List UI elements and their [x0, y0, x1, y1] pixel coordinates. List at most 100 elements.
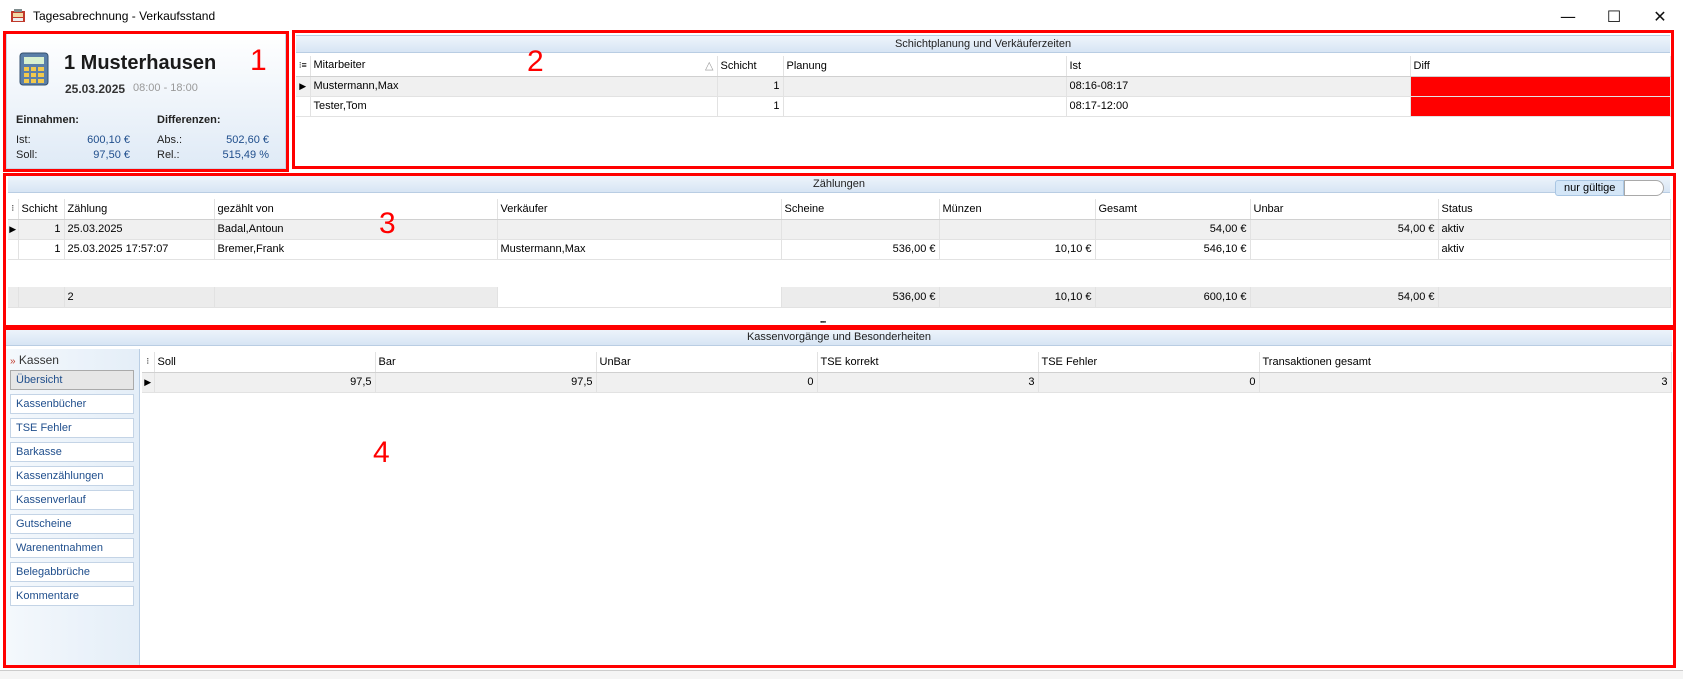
- register-app-icon: [11, 9, 25, 22]
- window-title: Tagesabrechnung - Verkaufsstand: [33, 9, 216, 23]
- nav-item-gutscheine[interactable]: Gutscheine: [10, 514, 134, 534]
- col-tse-fehler[interactable]: TSE Fehler: [1038, 352, 1260, 373]
- col-soll[interactable]: Soll: [154, 352, 376, 373]
- table-row[interactable]: ▶ 97,5 97,5 0 3 0 3: [142, 372, 1672, 393]
- maximize-button[interactable]: ☐: [1591, 0, 1637, 32]
- cell-schicht[interactable]: 1: [717, 96, 784, 117]
- title-bar: Tagesabrechnung - Verkaufsstand — ☐ ✕: [0, 0, 1683, 32]
- ist-label: Ist:: [16, 134, 31, 146]
- shifts-table: ⁝≡ Mitarbeiter △ Schicht Planung Ist Diff…: [296, 56, 1671, 117]
- minimize-button[interactable]: —: [1545, 0, 1591, 32]
- cell-muenzen[interactable]: 10,10 €: [939, 239, 1096, 260]
- col-ist[interactable]: Ist: [1066, 56, 1411, 77]
- summary-unbar: 54,00 €: [1250, 287, 1439, 308]
- col-verkaeufer[interactable]: Verkäufer: [497, 199, 782, 220]
- cell-scheine[interactable]: [781, 219, 940, 240]
- table-row[interactable]: 1 25.03.2025 17:57:07 Bremer,Frank Muste…: [8, 239, 1671, 260]
- nav-item-belegabbrueche[interactable]: Belegabbrüche: [10, 562, 134, 582]
- close-button[interactable]: ✕: [1637, 0, 1683, 32]
- business-hours: 08:00 - 18:00: [133, 82, 198, 94]
- status-bar: [0, 670, 1683, 679]
- nav-item-kommentare[interactable]: Kommentare: [10, 586, 134, 606]
- col-muenzen[interactable]: Münzen: [939, 199, 1096, 220]
- col-zaehlung[interactable]: Zählung: [64, 199, 215, 220]
- kassen-table: ⁝ Soll Bar UnBar TSE korrekt TSE Fehler …: [142, 352, 1672, 393]
- cell-mitarbeiter[interactable]: Mustermann,Max: [310, 76, 718, 97]
- shifts-header: Schichtplanung und Verkäuferzeiten: [296, 35, 1670, 53]
- table-row[interactable]: Tester,Tom 1 08:17-12:00: [296, 96, 1671, 117]
- col-unbar[interactable]: UnBar: [596, 352, 818, 373]
- column-chooser-icon[interactable]: ⁝: [142, 352, 155, 373]
- cell-schicht[interactable]: 1: [18, 239, 65, 260]
- einnahmen-heading: Einnahmen:: [16, 114, 79, 126]
- cell-unbar[interactable]: 0: [596, 372, 818, 393]
- valid-only-toggle[interactable]: nur gültige: [1555, 179, 1673, 197]
- table-row[interactable]: ▶ 1 25.03.2025 Badal,Antoun 54,00 € 54,0…: [8, 219, 1671, 240]
- cell-status[interactable]: aktiv: [1438, 219, 1671, 240]
- col-gezaehlt-von[interactable]: gezählt von: [214, 199, 498, 220]
- site-name: 1 Musterhausen: [64, 52, 217, 74]
- cell-mitarbeiter[interactable]: Tester,Tom: [310, 96, 718, 117]
- cell-unbar[interactable]: 54,00 €: [1250, 219, 1439, 240]
- soll-value: 97,50 €: [93, 149, 130, 161]
- col-status[interactable]: Status: [1438, 199, 1671, 220]
- calculator-icon: [19, 52, 49, 86]
- cell-tse-korrekt[interactable]: 3: [817, 372, 1039, 393]
- cell-gesamt[interactable]: 546,10 €: [1095, 239, 1251, 260]
- cell-gezaehlt-von[interactable]: Bremer,Frank: [214, 239, 498, 260]
- cell-transaktionen[interactable]: 3: [1259, 372, 1672, 393]
- kassen-nav: » Kassen Übersicht Kassenbücher TSE Fehl…: [6, 349, 140, 667]
- cell-planung[interactable]: [783, 76, 1067, 97]
- summary-row: 2 536,00 € 10,10 € 600,10 € 54,00 €: [8, 287, 1671, 308]
- col-schicht[interactable]: Schicht: [18, 199, 65, 220]
- cell-planung[interactable]: [783, 96, 1067, 117]
- col-gesamt[interactable]: Gesamt: [1095, 199, 1251, 220]
- cell-diff[interactable]: [1410, 76, 1671, 97]
- column-chooser-icon[interactable]: ⁝: [8, 199, 19, 220]
- column-chooser-icon[interactable]: ⁝≡: [296, 56, 311, 77]
- cell-bar[interactable]: 97,5: [375, 372, 597, 393]
- nav-item-barkasse[interactable]: Barkasse: [10, 442, 134, 462]
- cell-ist[interactable]: 08:17-12:00: [1066, 96, 1411, 117]
- cell-soll[interactable]: 97,5: [154, 372, 376, 393]
- nav-item-kassenbuecher[interactable]: Kassenbücher: [10, 394, 134, 414]
- cell-schicht[interactable]: 1: [18, 219, 65, 240]
- sort-asc-icon: △: [705, 60, 714, 73]
- cell-gezaehlt-von[interactable]: Badal,Antoun: [214, 219, 498, 240]
- table-row[interactable]: ▶ Mustermann,Max 1 08:16-08:17: [296, 76, 1671, 97]
- cell-ist[interactable]: 08:16-08:17: [1066, 76, 1411, 97]
- cell-verkaeufer[interactable]: [497, 219, 782, 240]
- cell-diff[interactable]: [1410, 96, 1671, 117]
- cell-unbar[interactable]: [1250, 239, 1439, 260]
- col-unbar[interactable]: Unbar: [1250, 199, 1439, 220]
- cell-gesamt[interactable]: 54,00 €: [1095, 219, 1251, 240]
- cell-verkaeufer[interactable]: Mustermann,Max: [497, 239, 782, 260]
- cell-muenzen[interactable]: [939, 219, 1096, 240]
- cell-zaehlung[interactable]: 25.03.2025: [64, 219, 215, 240]
- toggle-switch[interactable]: [1624, 180, 1665, 196]
- annotation-number-4: 4: [373, 436, 390, 469]
- col-schicht[interactable]: Schicht: [717, 56, 784, 77]
- cell-schicht[interactable]: 1: [717, 76, 784, 97]
- cell-tse-fehler[interactable]: 0: [1038, 372, 1260, 393]
- cell-scheine[interactable]: 536,00 €: [781, 239, 940, 260]
- nav-item-warenentnahmen[interactable]: Warenentnahmen: [10, 538, 134, 558]
- nav-item-tse-fehler[interactable]: TSE Fehler: [10, 418, 134, 438]
- col-bar[interactable]: Bar: [375, 352, 597, 373]
- kassen-header: Kassenvorgänge und Besonderheiten: [6, 328, 1672, 346]
- col-diff[interactable]: Diff: [1410, 56, 1671, 77]
- cell-zaehlung[interactable]: 25.03.2025 17:57:07: [64, 239, 215, 260]
- col-transaktionen[interactable]: Transaktionen gesamt: [1259, 352, 1672, 373]
- col-scheine[interactable]: Scheine: [781, 199, 940, 220]
- nav-item-uebersicht[interactable]: Übersicht: [10, 370, 134, 390]
- nav-item-kassenverlauf[interactable]: Kassenverlauf: [10, 490, 134, 510]
- row-pointer-icon: ▶: [296, 76, 311, 97]
- business-date: 25.03.2025: [65, 82, 126, 96]
- cell-status[interactable]: aktiv: [1438, 239, 1671, 260]
- toggle-label: nur gültige: [1555, 180, 1625, 196]
- col-tse-korrekt[interactable]: TSE korrekt: [817, 352, 1039, 373]
- col-planung[interactable]: Planung: [783, 56, 1067, 77]
- kassen-nav-head[interactable]: » Kassen: [10, 353, 59, 367]
- col-mitarbeiter[interactable]: Mitarbeiter △: [310, 56, 718, 77]
- nav-item-kassenzaehlungen[interactable]: Kassenzählungen: [10, 466, 134, 486]
